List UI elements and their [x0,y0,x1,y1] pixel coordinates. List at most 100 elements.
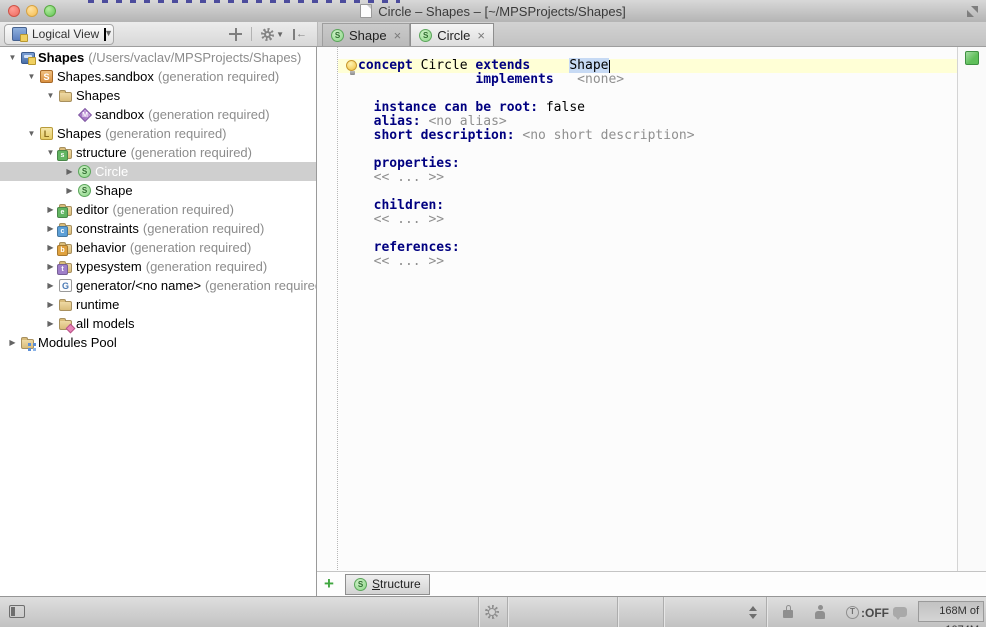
statusbar-divider [663,597,664,627]
tree-item-label: generator/<no name> [76,278,201,293]
editor-line-11[interactable]: children: [358,199,957,213]
spinner-arrows-icon[interactable] [749,606,757,619]
editor-line-1[interactable]: concept Circle extends Shape [358,59,957,73]
tree-item-shapes[interactable]: ▼Shapes (/Users/vaclav/MPSProjects/Shape… [0,48,316,67]
expand-arrow-icon[interactable]: ▶ [44,205,57,214]
tree-item-modules-pool[interactable]: ▶Modules Pool [0,333,316,352]
editor-token [358,212,374,227]
tab-structure[interactable]: S Structure [345,574,430,595]
tree-item-structure[interactable]: ▼sstructure (generation required) [0,143,316,162]
tree-item-label: constraints [76,221,139,236]
editor-content[interactable]: concept Circle extends Shape implements … [338,47,957,572]
fullscreen-icon[interactable] [967,6,978,17]
close-window-button[interactable] [8,5,20,17]
expand-arrow-icon[interactable]: ▼ [44,148,57,157]
editor-token [358,114,374,129]
aspect-folder-behavior-icon: b [59,244,72,254]
tree-item-editor[interactable]: ▶eeditor (generation required) [0,200,316,219]
editor-token [530,58,569,73]
tab-circle[interactable]: S Circle × [410,23,494,46]
memory-indicator[interactable]: 168M of 1074M [918,601,984,622]
tree-item-suffix: (generation required) [143,221,264,236]
expand-arrow-icon[interactable]: ▶ [44,243,57,252]
editor-line-14[interactable]: references: [358,241,957,255]
expand-arrow-icon[interactable]: ▶ [44,262,57,271]
expand-arrow-icon[interactable]: ▶ [6,338,19,347]
editor-line-6[interactable]: short description: <no short description… [358,129,957,143]
editor-line-5[interactable]: alias: <no alias> [358,115,957,129]
inspections-profile-icon[interactable] [814,605,826,620]
tree-item-shape[interactable]: ▶SShape [0,181,316,200]
expand-arrow-icon[interactable]: ▼ [44,91,57,100]
expand-arrow-icon[interactable]: ▶ [44,224,57,233]
tree-item-generator-no-name-[interactable]: ▶Ggenerator/<no name> (generation requir… [0,276,316,295]
screenshot-edge-artifact [88,0,400,3]
tree-item-constraints[interactable]: ▶cconstraints (generation required) [0,219,316,238]
editor-line-13[interactable] [358,227,957,241]
expand-arrow-icon[interactable]: ▶ [63,186,76,195]
toggle-toolwindows-icon[interactable] [9,605,25,618]
tree-item-shapes[interactable]: ▼LShapes (generation required) [0,124,316,143]
statusbar-divider [478,597,479,627]
editor-line-3[interactable] [358,87,957,101]
editor-token: << ... >> [374,254,444,269]
editor-line-4[interactable]: instance can be root: false [358,101,957,115]
tree-item-label: Circle [95,164,128,179]
tree-item-all-models[interactable]: ▶all models [0,314,316,333]
t-badge-icon[interactable]: T [846,606,859,619]
add-tab-button[interactable]: + [320,575,338,593]
inspection-ok-indicator[interactable] [965,51,979,65]
tree-item-label: typesystem [76,259,142,274]
editor-line-12[interactable]: << ... >> [358,213,957,227]
editor-pane: concept Circle extends Shape implements … [317,47,986,596]
tree-item-shapes-sandbox[interactable]: ▼SShapes.sandbox (generation required) [0,67,316,86]
tree-item-typesystem[interactable]: ▶ttypesystem (generation required) [0,257,316,276]
editor-token: children: [374,198,444,213]
tab-shape[interactable]: S Shape × [322,23,410,46]
expand-arrow-icon[interactable]: ▼ [25,129,38,138]
tree-item-sandbox[interactable]: Msandbox (generation required) [0,105,316,124]
intention-bulb-icon[interactable] [346,60,357,71]
zoom-window-button[interactable] [44,5,56,17]
editor-line-10[interactable] [358,185,957,199]
editor-bottom-tab-bar: + S Structure [317,571,986,596]
expand-arrow-icon[interactable]: ▶ [44,319,57,328]
message-bubble-icon[interactable] [893,607,907,617]
editor-token: short description: [374,128,515,143]
editor-line-7[interactable] [358,143,957,157]
expand-arrow-icon[interactable]: ▼ [25,72,38,81]
expand-arrow-icon[interactable]: ▶ [44,300,57,309]
close-icon[interactable]: × [477,28,485,43]
expand-arrow-icon[interactable]: ▶ [63,167,76,176]
tree-item-circle[interactable]: ▶SCircle [0,162,316,181]
concept-icon: S [78,184,91,197]
editor-line-15[interactable]: << ... >> [358,255,957,269]
expand-arrow-icon[interactable]: ▶ [44,281,57,290]
tree-item-shapes[interactable]: ▼Shapes [0,86,316,105]
logical-view-icon [12,27,27,41]
editor-line-8[interactable]: properties: [358,157,957,171]
modules-pool-icon [21,339,34,349]
editor-line-9[interactable]: << ... >> [358,171,957,185]
editor-token [358,128,374,143]
close-icon[interactable]: × [394,28,402,43]
project-icon [21,52,35,64]
lock-icon[interactable] [783,610,793,618]
tree-item-runtime[interactable]: ▶runtime [0,295,316,314]
collapse-all-button[interactable]: ← [293,29,307,40]
tree-item-suffix: (generation required) [158,69,279,84]
editor-gutter [317,47,338,572]
editor-token [358,170,374,185]
expand-arrow-icon[interactable]: ▼ [6,53,19,62]
settings-gear-button[interactable]: ▼ [261,28,284,41]
view-selector-dropdown[interactable]: Logical View ▼ [4,24,114,45]
editor-tab-bar: S Shape × S Circle × [318,22,986,46]
editor-lines: concept Circle extends Shape implements … [358,59,957,269]
project-tree[interactable]: ▼Shapes (/Users/vaclav/MPSProjects/Shape… [0,47,317,596]
title-bar: Circle – Shapes – [~/MPSProjects/Shapes] [0,0,986,23]
scroll-to-source-icon[interactable] [229,28,242,41]
minimize-window-button[interactable] [26,5,38,17]
document-icon [360,4,372,18]
tree-item-behavior[interactable]: ▶bbehavior (generation required) [0,238,316,257]
editor-line-2[interactable]: implements <none> [358,73,957,87]
